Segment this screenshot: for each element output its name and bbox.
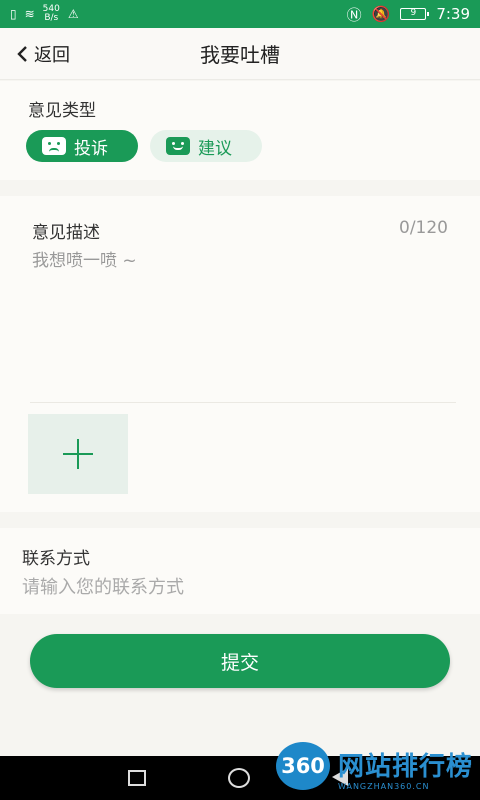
sad-face-icon: [42, 137, 66, 155]
chevron-left-icon: [17, 45, 27, 62]
suggestion-option[interactable]: 建议: [150, 130, 262, 162]
complaint-label: 投诉: [74, 138, 108, 159]
contact-label: 联系方式: [22, 549, 90, 569]
description-label: 意见描述: [32, 223, 100, 243]
nfc-icon: Ⓝ: [346, 5, 362, 24]
divider: [30, 402, 456, 403]
home-icon[interactable]: [228, 768, 250, 788]
complaint-option[interactable]: 投诉: [26, 130, 138, 162]
back-label: 返回: [34, 44, 70, 66]
status-bar: ▯ ≋ 540 B/s ⚠ Ⓝ 🔕 9 7:39: [0, 0, 480, 28]
battery-icon: 9: [400, 8, 430, 20]
status-time: 7:39: [436, 5, 470, 23]
speed-unit: B/s: [44, 13, 59, 23]
character-counter: 0/120: [399, 218, 448, 238]
feedback-type-section: 意见类型 投诉 建议: [0, 81, 480, 180]
back-button[interactable]: 返回: [16, 41, 70, 67]
sim-icon: ▯: [10, 7, 17, 21]
submit-button[interactable]: 提交: [30, 634, 450, 688]
description-input[interactable]: [32, 246, 448, 396]
add-image-button[interactable]: [28, 414, 128, 494]
description-section: 意见描述 0/120: [0, 196, 480, 512]
suggestion-label: 建议: [198, 138, 232, 159]
wifi-icon: ≋: [24, 7, 35, 21]
watermark: 360 网站排行榜 WANGZHAN360.CN: [272, 738, 480, 800]
mute-icon: 🔕: [371, 5, 391, 23]
nav-bar: 返回 我要吐槽: [0, 28, 480, 80]
feedback-type-label: 意见类型: [28, 101, 96, 121]
page-title: 我要吐槽: [200, 43, 280, 67]
watermark-url: WANGZHAN360.CN: [338, 782, 430, 791]
plus-icon: [63, 439, 93, 469]
network-speed: 540 B/s: [43, 5, 60, 23]
smile-face-icon: [166, 137, 190, 155]
contact-input[interactable]: [22, 572, 452, 602]
contact-section: 联系方式: [0, 528, 480, 614]
warning-icon: ⚠: [67, 7, 79, 21]
watermark-badge: 360: [276, 742, 330, 790]
recents-icon[interactable]: [128, 770, 146, 786]
watermark-text: 网站排行榜: [338, 752, 474, 782]
